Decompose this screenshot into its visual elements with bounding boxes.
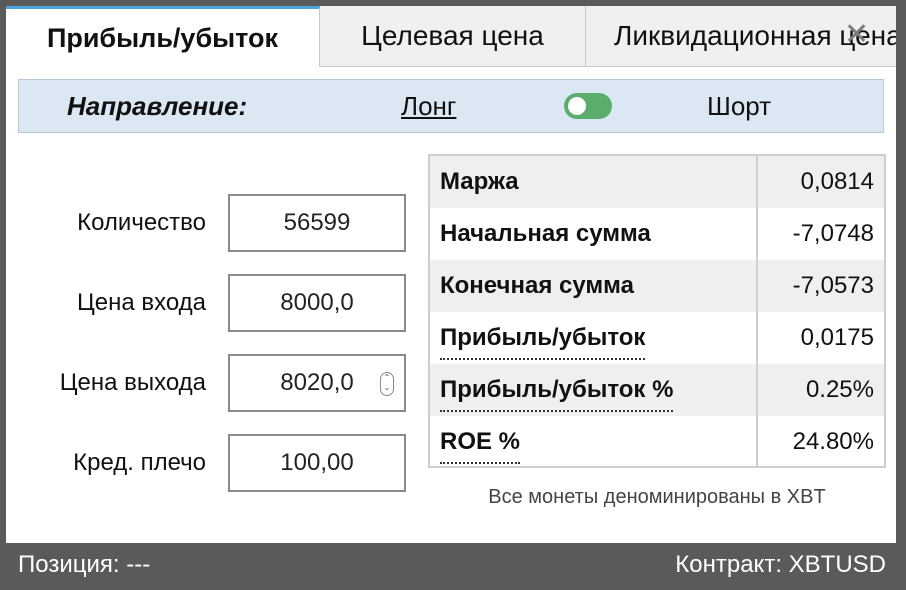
leverage-input[interactable]: 100,00 bbox=[228, 434, 406, 492]
direction-label: Направление: bbox=[67, 91, 248, 121]
table-row: Прибыль/убыток 0,0175 bbox=[430, 312, 884, 364]
quantity-input[interactable]: 56599 bbox=[228, 194, 406, 252]
initial-amount-value: -7,0748 bbox=[792, 220, 874, 247]
quantity-label: Количество bbox=[77, 209, 206, 236]
direction-short-option[interactable]: Шорт bbox=[707, 80, 771, 132]
position-status: Позиция: --- bbox=[18, 551, 151, 578]
pnl-label[interactable]: Прибыль/убыток bbox=[440, 318, 646, 360]
calculator-panel: Прибыль/убыток Целевая цена Ликвидационн… bbox=[6, 6, 896, 543]
leverage-label: Кред. плечо bbox=[73, 449, 206, 476]
pnl-percent-label[interactable]: Прибыль/убыток % bbox=[440, 370, 674, 412]
status-bar: Позиция: --- Контракт: XBTUSD bbox=[6, 545, 896, 585]
denomination-note: Все монеты деноминированы в XBT bbox=[488, 486, 826, 508]
entry-price-input[interactable]: 8000,0 bbox=[228, 274, 406, 332]
direction-long-option[interactable]: Лонг bbox=[401, 80, 456, 132]
final-amount-value: -7,0573 bbox=[792, 272, 874, 299]
direction-toggle[interactable] bbox=[564, 93, 612, 119]
tab-profit-loss[interactable]: Прибыль/убыток bbox=[6, 6, 320, 67]
exit-price-spinner[interactable]: ⌃ ⌄ bbox=[380, 372, 394, 396]
toggle-knob bbox=[568, 97, 586, 115]
direction-bar: Направление: Лонг Шорт bbox=[18, 79, 884, 133]
tab-bar: Прибыль/убыток Целевая цена Ликвидационн… bbox=[6, 6, 896, 67]
contract-status: Контракт: XBTUSD bbox=[675, 551, 886, 578]
margin-value: 0,0814 bbox=[800, 168, 874, 195]
final-amount-label: Конечная сумма bbox=[440, 272, 634, 299]
column-divider bbox=[756, 156, 758, 466]
exit-price-label: Цена выхода bbox=[59, 369, 206, 396]
exit-price-value: 8020,0 bbox=[280, 369, 354, 396]
pnl-percent-value: 0.25% bbox=[805, 376, 874, 403]
roe-label[interactable]: ROE % bbox=[440, 422, 521, 464]
table-row: Начальная сумма -7,0748 bbox=[430, 208, 884, 260]
results-table: Маржа 0,0814 Начальная сумма -7,0748 Кон… bbox=[428, 154, 886, 468]
roe-value: 24.80% bbox=[792, 428, 874, 455]
table-row: ROE % 24.80% bbox=[430, 416, 884, 468]
margin-label: Маржа bbox=[440, 168, 519, 195]
entry-price-label: Цена входа bbox=[76, 289, 206, 316]
table-row: Прибыль/убыток % 0.25% bbox=[430, 364, 884, 416]
pnl-value: 0,0175 bbox=[800, 324, 874, 351]
tab-target-price[interactable]: Целевая цена bbox=[320, 6, 586, 66]
table-row: Конечная сумма -7,0573 bbox=[430, 260, 884, 312]
table-row: Маржа 0,0814 bbox=[430, 156, 884, 208]
exit-price-input[interactable]: 8020,0 ⌃ ⌄ bbox=[228, 354, 406, 412]
initial-amount-label: Начальная сумма bbox=[440, 220, 651, 247]
close-icon[interactable]: ✕ bbox=[844, 20, 870, 50]
